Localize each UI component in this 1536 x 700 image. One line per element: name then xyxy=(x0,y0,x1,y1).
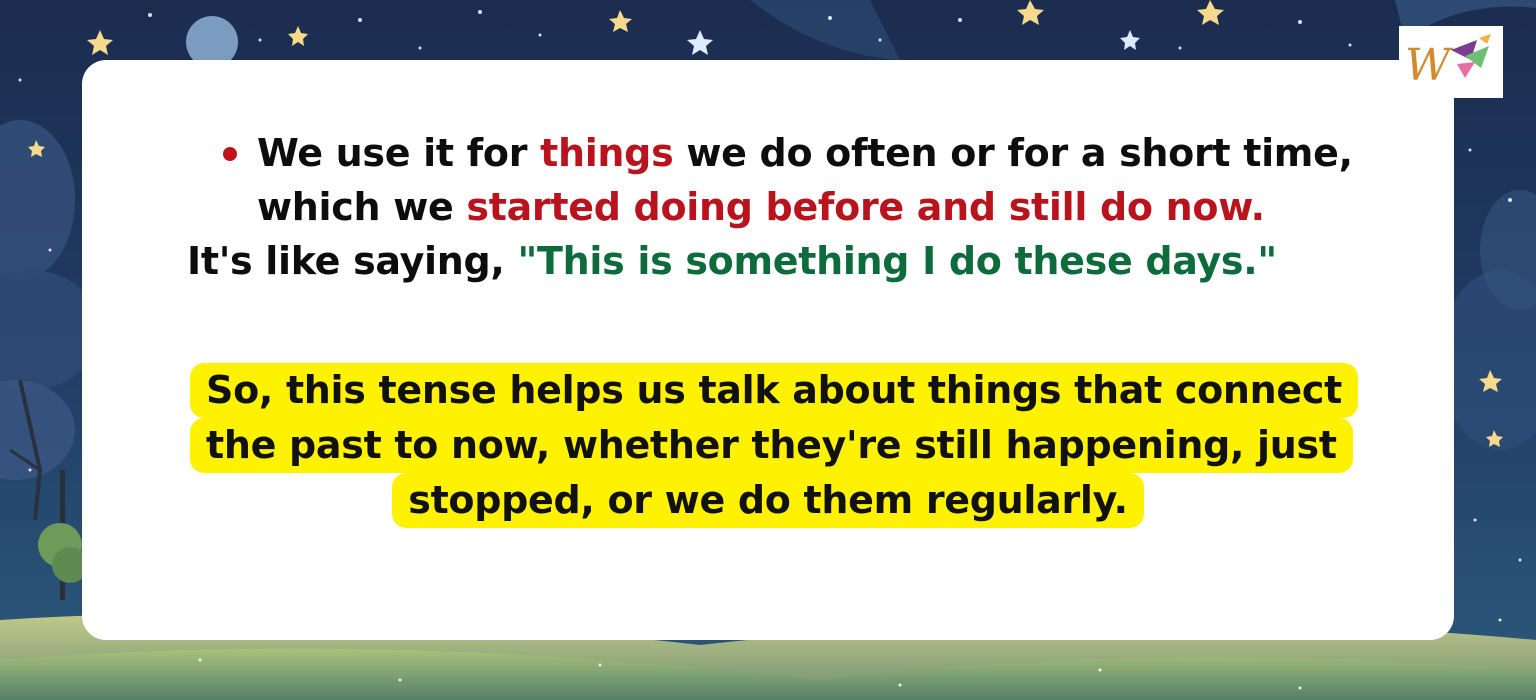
content-card: We use it for things we do often or for … xyxy=(82,60,1454,640)
bullet-text-1: We use it for xyxy=(257,131,541,175)
bullet-text-3: which we xyxy=(257,185,467,229)
bullet-emphasis-things: things xyxy=(540,131,674,175)
saying-quote: "This is something I do these days." xyxy=(517,239,1278,283)
summary-line-3: stopped, or we do them regularly. xyxy=(392,473,1144,528)
bullet-emphasis-started: started doing before and still do now. xyxy=(466,185,1265,229)
bullet-point: We use it for things we do often or for … xyxy=(223,126,1377,234)
summary-highlight: So, this tense helps us talk about thing… xyxy=(190,363,1358,528)
summary-line-1: So, this tense helps us talk about thing… xyxy=(190,363,1358,418)
bullet-dot-icon xyxy=(223,147,237,161)
svg-text:W: W xyxy=(1405,40,1454,91)
saying-line: It's like saying, "This is something I d… xyxy=(187,234,1387,288)
w-logo-icon: W xyxy=(1399,26,1503,98)
bullet-text-2: we do often or for a short time, xyxy=(673,131,1353,175)
summary-line-2: the past to now, whether they're still h… xyxy=(190,418,1353,473)
saying-prefix: It's like saying, xyxy=(187,239,518,283)
